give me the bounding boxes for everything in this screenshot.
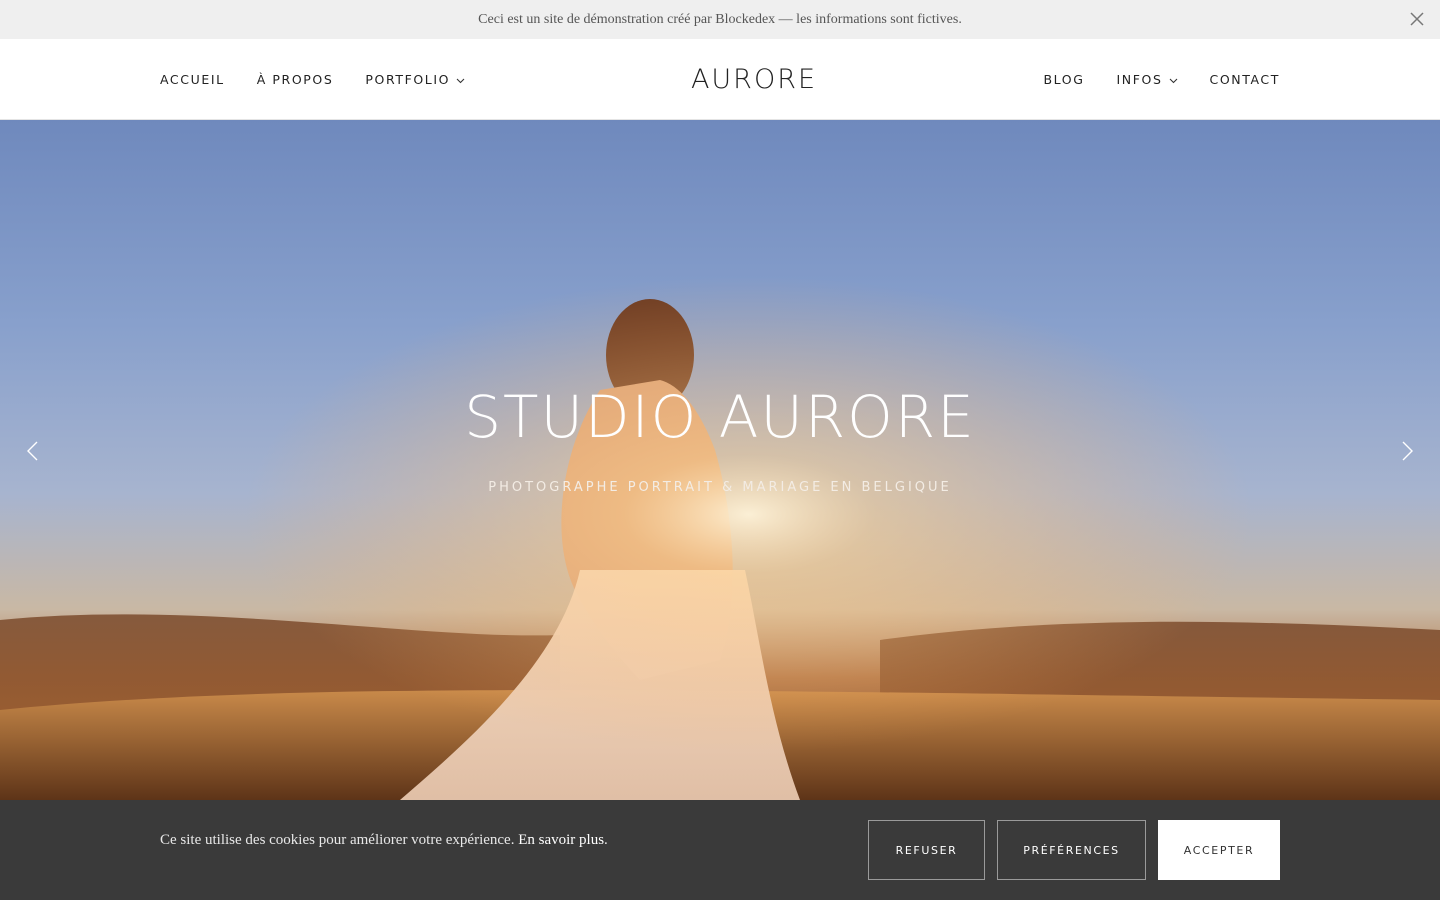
nav-right: BLOG INFOS CONTACT [1011,39,1280,119]
nav-item-label: BLOG [1043,71,1085,87]
chevron-right-icon[interactable] [1394,438,1420,464]
nav-item-label: ACCUEIL [160,71,225,87]
hero-title: STUDIO AURORE [464,383,976,451]
nav-item-a-propos[interactable]: À PROPOS [257,72,334,87]
cookie-learn-more-link[interactable]: En savoir plus [518,832,604,848]
chevron-down-icon [456,72,465,87]
site-logo[interactable]: AURORE [691,64,817,95]
nav-item-portfolio[interactable]: PORTFOLIO [365,72,465,87]
demo-banner-text: Ceci est un site de démonstration créé p… [478,11,962,27]
cookie-text: Ce site utilise des cookies pour amélior… [160,832,608,849]
close-icon[interactable] [1408,10,1426,28]
nav-item-label: CONTACT [1209,71,1280,87]
cookie-message: Ce site utilise des cookies pour amélior… [160,832,515,848]
nav-item-label: À PROPOS [256,71,334,87]
cookie-banner: Ce site utilise des cookies pour amélior… [0,800,1440,900]
nav-item-infos[interactable]: INFOS [1117,72,1178,87]
hero-subtitle: PHOTOGRAPHE PORTRAIT & MARIAGE EN BELGIQ… [488,480,952,495]
nav-left: ACCUEIL À PROPOS PORTFOLIO [160,39,497,119]
preferences-button[interactable]: PRÉFÉRENCES [997,820,1146,880]
chevron-down-icon [1169,72,1178,87]
refuse-button[interactable]: REFUSER [868,820,985,880]
accept-button[interactable]: ACCEPTER [1158,820,1280,880]
hero-slider: STUDIO AURORE PHOTOGRAPHE PORTRAIT & MAR… [0,120,1440,800]
nav-item-accueil[interactable]: ACCUEIL [160,72,225,87]
hero-background-image [0,120,1440,800]
cookie-link-suffix: . [604,832,608,848]
nav-item-label: PORTFOLIO [365,71,451,87]
demo-banner: Ceci est un site de démonstration créé p… [0,0,1440,39]
nav-item-label: INFOS [1116,71,1163,87]
site-header: ACCUEIL À PROPOS PORTFOLIO AURORE BLOG I… [0,39,1440,120]
chevron-left-icon[interactable] [20,438,46,464]
nav-item-contact[interactable]: CONTACT [1210,72,1280,87]
nav-item-blog[interactable]: BLOG [1043,72,1084,87]
